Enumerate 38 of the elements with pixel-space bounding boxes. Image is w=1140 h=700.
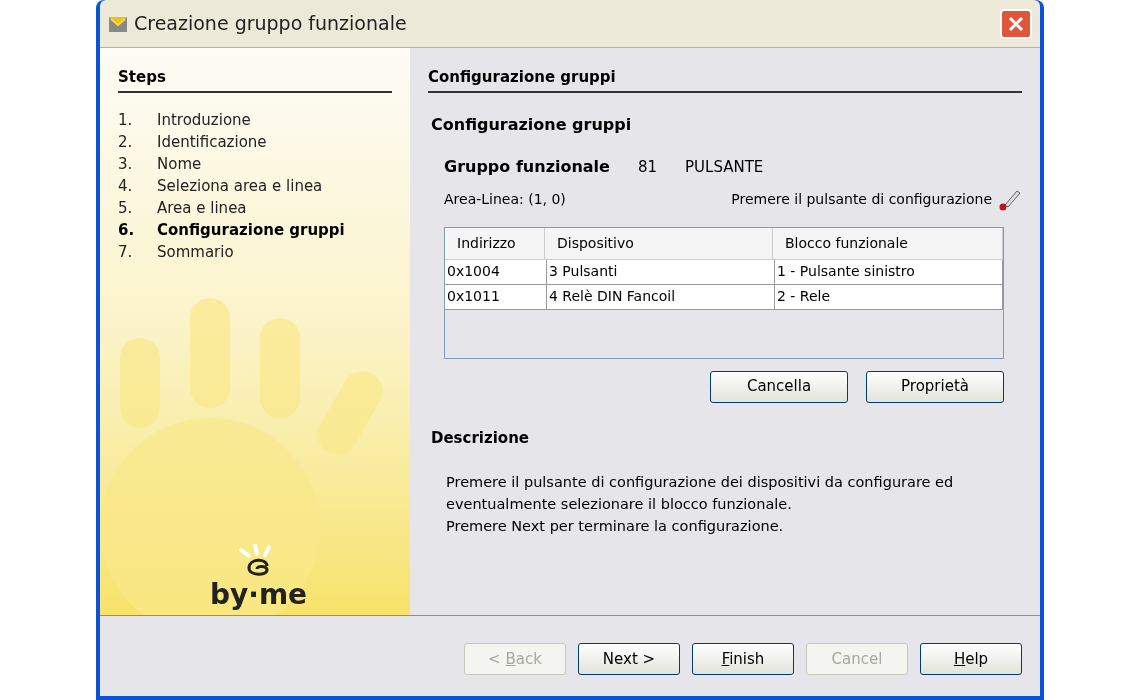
description-text: Premere Next per terminare la configurazione. [446, 517, 785, 536]
description-text: eventualmente selezionare il blocco funzionale. [446, 495, 793, 514]
delete-button[interactable]: Cancella [710, 370, 848, 403]
group-label: Gruppo funzionale [444, 155, 610, 178]
close-icon [1008, 15, 1024, 32]
logo-text: by·me [210, 580, 308, 610]
column-header[interactable]: Blocco funzionale [773, 227, 1003, 259]
column-header[interactable]: Indirizzo [445, 227, 545, 259]
table-cell: 3 Pulsanti [547, 259, 775, 284]
table-cell: 1 - Pulsante sinistro [775, 259, 1003, 284]
group-number: 81 [637, 156, 658, 178]
section-title: Configurazione gruppi [431, 113, 633, 136]
table-cell: 2 - Rele [775, 284, 1003, 309]
help-button[interactable]: Help [920, 643, 1022, 675]
close-button[interactable] [1000, 8, 1032, 39]
step-item: 4. Seleziona area e linea [118, 175, 324, 197]
finish-button[interactable]: Finish [692, 643, 794, 675]
group-name: PULSANTE [685, 156, 764, 178]
next-button[interactable]: Next > [578, 643, 680, 675]
step-item: 2. Identificazione [118, 131, 268, 153]
step-item: 1. Introduzione [118, 109, 252, 131]
page-title: Configurazione gruppi [428, 66, 1022, 93]
column-header[interactable]: Dispositivo [545, 227, 773, 259]
hint-text: Premere il pulsante di configurazione [731, 190, 992, 209]
description-text: Premere il pulsante di configurazione dei dispositivi da configurare ed [446, 473, 955, 492]
table-cell: 0x1004 [445, 259, 547, 284]
table-cell: 0x1011 [445, 284, 547, 309]
properties-button[interactable]: Proprietà [866, 370, 1004, 403]
step-item: 5. Area e linea [118, 197, 248, 219]
area-line-label: Area-Linea: (1, 0) [444, 190, 566, 209]
step-item: 7. Sommario [118, 241, 235, 263]
probe-icon [998, 188, 1022, 211]
description-title: Descrizione [431, 427, 530, 449]
step-item: 3. Nome [118, 153, 203, 175]
step-item: 6. Configurazione gruppi [118, 219, 346, 241]
table-cell: 4 Relè DIN Fancoil [547, 284, 775, 309]
steps-title: Steps [118, 66, 392, 93]
window-title: Creazione gruppo funzionale [134, 11, 408, 37]
